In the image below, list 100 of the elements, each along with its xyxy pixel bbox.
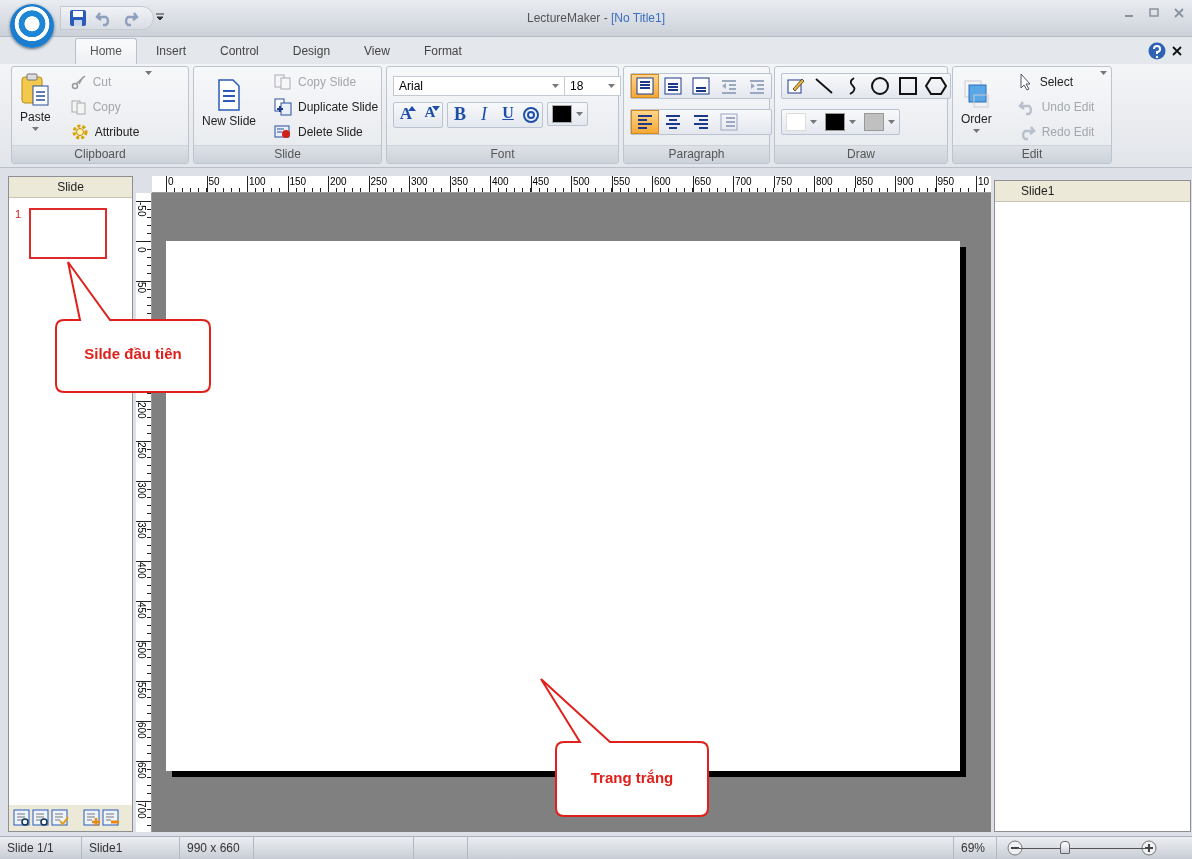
format-button[interactable]: A [418,104,442,126]
pen-icon[interactable] [785,76,807,96]
window-title: LectureMaker - [No Title1] [526,11,666,25]
ruler-label: 250 [370,176,388,187]
align-center-icon [664,113,682,131]
callout-text: Silde đầu tiên [84,345,182,362]
order-button[interactable]: Order [959,77,994,135]
ruler-label: 700 [136,802,147,819]
slide-number: 1 [15,208,22,220]
ruler-label: 800 [816,176,833,187]
ruler-label: 350 [136,522,147,539]
callout-text: Trang trắng [590,769,674,786]
copy-icon [70,99,87,115]
copy-icon [274,74,293,90]
align-left-icon [636,113,654,131]
layers-icon [961,79,992,109]
ruler-label: 400 [492,176,509,187]
ruler-label: -50 [136,202,147,217]
ruler-label: 400 [136,562,147,579]
ribbon-button[interactable]: Duplicate Slide [274,96,379,118]
paragraph-button[interactable] [631,110,659,134]
ribbon-tab[interactable]: Home [75,38,137,64]
save-icon[interactable] [69,9,87,27]
rectangle-icon[interactable] [897,76,919,96]
zoom-percent: 69% [961,841,986,855]
new-slide-button[interactable]: New Slide [200,77,259,130]
paste-button[interactable]: Paste [18,71,53,133]
format-button[interactable]: U [496,104,520,126]
dropdown-arrow-icon[interactable] [1100,71,1108,75]
format-button[interactable]: A [394,104,418,126]
ruler-label: 950 [937,176,955,187]
font-color-button[interactable] [547,102,588,126]
ruler-label: 0 [168,176,174,187]
panel-header: Slide [9,177,132,198]
ruler-label: 700 [735,176,752,187]
ruler-label: 900 [897,176,914,187]
ruler-label: 500 [136,642,147,659]
zoom-out-icon[interactable] [32,809,50,827]
dropdown-arrow-icon[interactable] [31,127,39,131]
ruler-label: 150 [289,176,307,187]
format-button[interactable]: I [472,104,496,126]
indent-icon [748,77,766,95]
help-icon[interactable] [1148,42,1166,60]
group-label: Paragraph [624,145,769,163]
ribbon-tab[interactable]: Format [408,38,477,64]
group-label: Clipboard [12,145,188,163]
ribbon-tab[interactable]: Insert [141,38,202,64]
font-size-field[interactable]: 18 [565,76,621,96]
close-icon[interactable] [1172,46,1182,56]
outdent-icon [720,77,738,95]
line-icon[interactable] [813,76,835,96]
ribbon-button[interactable]: Attribute [70,121,140,143]
panel-header: Slide1 [995,181,1190,202]
dropdown-arrow-icon[interactable] [972,129,980,133]
restore-icon[interactable] [1148,8,1160,18]
format-button[interactable]: B [448,104,472,126]
ribbon-tab[interactable]: Design [277,38,346,64]
align-right-icon [692,113,710,131]
status-text: 990 x 660 [187,841,240,855]
ruler-label: 550 [136,682,147,699]
zoom-in-icon[interactable] [1141,840,1157,856]
dropdown-arrow-icon[interactable] [608,84,615,88]
check-icon[interactable] [51,809,69,827]
group-label: Draw [775,145,947,163]
scissors-icon [70,74,87,90]
outline-icon[interactable] [520,105,542,125]
ribbon-button[interactable]: Select [1017,71,1095,93]
ruler-label: 0 [136,247,147,253]
ribbon-tab[interactable]: Control [205,38,274,64]
app-menu-icon[interactable] [10,4,54,48]
gear-icon [70,123,89,141]
ruler-label: 250 [136,442,147,459]
dropdown-arrow-icon[interactable] [888,120,895,124]
ellipse-icon[interactable] [869,76,891,96]
slide-thumbnail[interactable] [29,208,108,259]
dropdown-arrow-icon[interactable] [576,112,583,116]
clipboard-icon [20,73,51,107]
hexagon-icon[interactable] [925,76,947,96]
zoom-in-icon[interactable] [13,809,31,827]
zoom-out-icon[interactable] [1007,840,1023,856]
ruler-label: 750 [775,176,793,187]
ruler-label: 200 [330,176,347,187]
ribbon-button[interactable]: Delete Slide [274,121,379,143]
duplicate-icon [274,98,293,116]
dropdown-arrow-icon[interactable] [849,120,856,124]
font-family-field[interactable]: Arial [393,76,565,96]
paragraph-button[interactable] [631,74,659,98]
dropdown-arrow-icon[interactable] [810,120,817,124]
add-slide-icon[interactable] [83,809,101,827]
dropdown-arrow-icon[interactable] [145,71,153,75]
align-bottom-icon [692,77,710,95]
zoom-slider[interactable] [1007,840,1157,856]
remove-slide-icon[interactable] [102,809,120,827]
status-text: Slide 1/1 [7,841,54,855]
customize-icon[interactable] [156,13,164,21]
ruler-label: 600 [136,722,147,739]
dropdown-arrow-icon[interactable] [552,84,559,88]
align-middle-icon [664,77,682,95]
ruler-label: 600 [654,176,671,187]
ribbon-tab[interactable]: View [349,38,405,64]
